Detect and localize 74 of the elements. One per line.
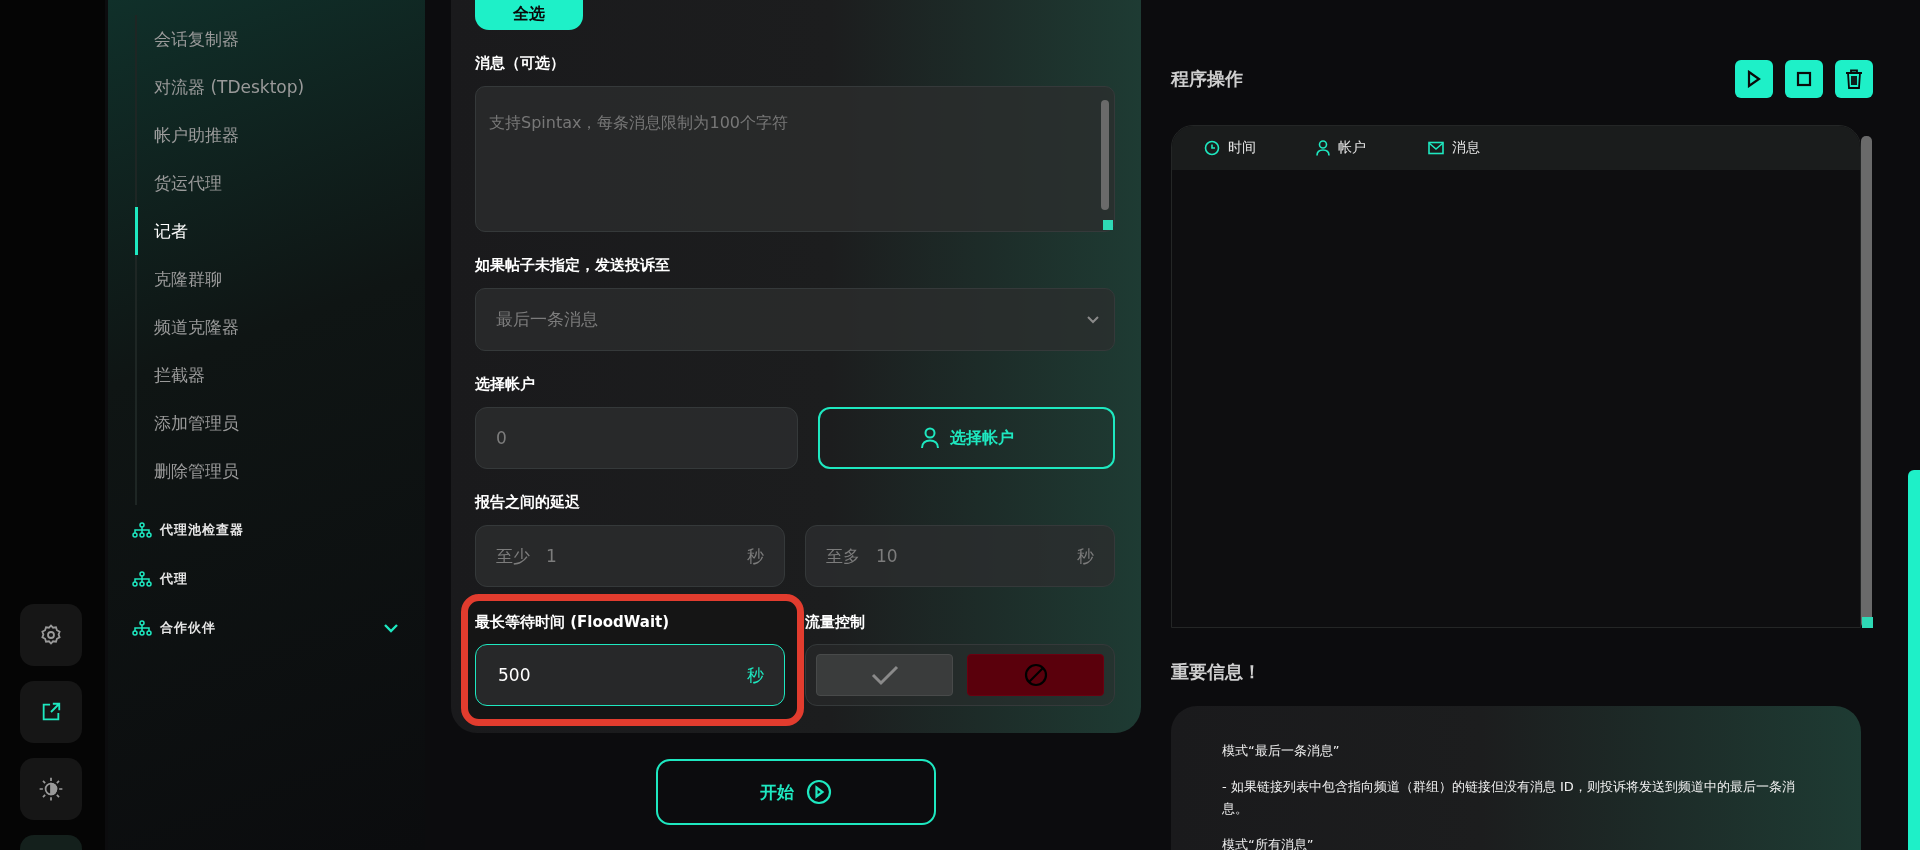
select-accounts-button[interactable]: 选择帐户 <box>818 407 1115 469</box>
sidebar-group[interactable]: 合作伙伴 <box>160 618 216 637</box>
select-all-button[interactable]: 全选 <box>475 0 583 30</box>
field-label: 选择帐户 <box>475 375 536 394</box>
account-count-field[interactable]: 0 <box>475 407 798 469</box>
clock-icon <box>1204 140 1220 156</box>
field-label: 流量控制 <box>805 613 866 632</box>
stop-icon <box>1796 71 1812 87</box>
block-button[interactable] <box>967 654 1104 696</box>
floodwait-input[interactable]: 500 <box>496 664 733 686</box>
trash-icon <box>1845 69 1863 89</box>
resize-handle[interactable] <box>1862 617 1873 628</box>
sidebar-item[interactable]: 拦截器 <box>135 351 425 399</box>
field-label: 最长等待时间 (FloodWait) <box>475 613 671 632</box>
target-dropdown[interactable]: 最后一条消息 <box>475 288 1115 351</box>
sidebar-item[interactable]: 删除管理员 <box>135 447 425 495</box>
unit-label: 秒 <box>747 663 764 687</box>
sidebar-item[interactable]: 货运代理 <box>135 159 425 207</box>
sidebar-group[interactable]: 代理池检查器 <box>160 520 244 539</box>
sidebar-item[interactable]: 记者 <box>135 207 425 255</box>
scrollbar[interactable] <box>1101 100 1109 210</box>
sitemap-icon <box>132 521 152 538</box>
unit-label: 秒 <box>747 544 764 568</box>
sidebar-item[interactable]: 添加管理员 <box>135 399 425 447</box>
block-icon <box>1023 663 1048 687</box>
user-icon <box>1316 140 1330 156</box>
delete-button[interactable] <box>1835 60 1873 98</box>
sidebar-group[interactable]: 代理 <box>160 569 188 588</box>
chevron-icon[interactable] <box>383 622 399 633</box>
stop-button[interactable] <box>1785 60 1823 98</box>
sidebar-item[interactable]: 会话复制器 <box>135 15 425 63</box>
section-title: 程序操作 <box>1171 67 1243 91</box>
section-title: 重要信息！ <box>1171 660 1262 684</box>
info-text: - 如果链接列表中包含指向频道（群组）的链接但没有消息 ID，则投诉将发送到频道中的最后一条消息。 <box>1222 778 1796 818</box>
start-button[interactable]: 开始 <box>656 759 936 825</box>
field-label: 报告之间的延迟 <box>475 493 581 512</box>
sidebar-item[interactable]: 帐户助推器 <box>135 111 425 159</box>
check-icon <box>869 664 900 686</box>
sun-moon-icon <box>38 776 64 802</box>
sidebar-item[interactable]: 对流器 (TDesktop) <box>135 63 425 111</box>
export-button[interactable] <box>20 681 82 743</box>
mail-icon <box>1428 141 1444 155</box>
info-text: 模式“所有消息” <box>1222 836 1315 850</box>
sitemap-icon <box>132 619 152 636</box>
message-field[interactable]: 支持Spintax，每条消息限制为100个字符 <box>475 86 1115 232</box>
delay-field[interactable]: 至少 1 秒 <box>475 525 785 587</box>
field-prefix: 至少 <box>496 544 530 568</box>
delay-field[interactable]: 至多 10 秒 <box>805 525 1115 587</box>
resize-handle[interactable] <box>1103 220 1113 230</box>
column-header: 时间 <box>1228 139 1256 157</box>
sitemap-icon <box>132 570 152 587</box>
delay-input[interactable]: 10 <box>874 545 1063 567</box>
allow-button[interactable] <box>816 654 953 696</box>
user-icon <box>919 427 940 449</box>
chevron-icon <box>1086 315 1100 324</box>
unit-label: 秒 <box>1077 544 1094 568</box>
theme-button[interactable] <box>20 758 82 820</box>
play-icon <box>1747 70 1761 88</box>
floodwait-field[interactable]: 500 秒 <box>475 644 785 706</box>
settings-button[interactable] <box>20 604 82 666</box>
field-prefix: 至多 <box>826 544 860 568</box>
external-link-icon <box>40 701 62 723</box>
settings-icon <box>39 623 63 647</box>
info-text: 模式“最后一条消息” <box>1222 742 1341 760</box>
column-header: 帐户 <box>1338 139 1366 157</box>
scrollbar-thumb[interactable] <box>1908 470 1920 850</box>
play-button[interactable] <box>1735 60 1773 98</box>
sidebar-item[interactable]: 频道克隆器 <box>135 303 425 351</box>
column-header: 消息 <box>1452 139 1480 157</box>
field-label: 消息（可选） <box>475 54 566 73</box>
play-circle-icon <box>806 779 832 805</box>
field-label: 如果帖子未指定，发送投诉至 <box>475 256 671 275</box>
delay-input[interactable]: 1 <box>544 545 733 567</box>
sidebar-item[interactable]: 克隆群聊 <box>135 255 425 303</box>
